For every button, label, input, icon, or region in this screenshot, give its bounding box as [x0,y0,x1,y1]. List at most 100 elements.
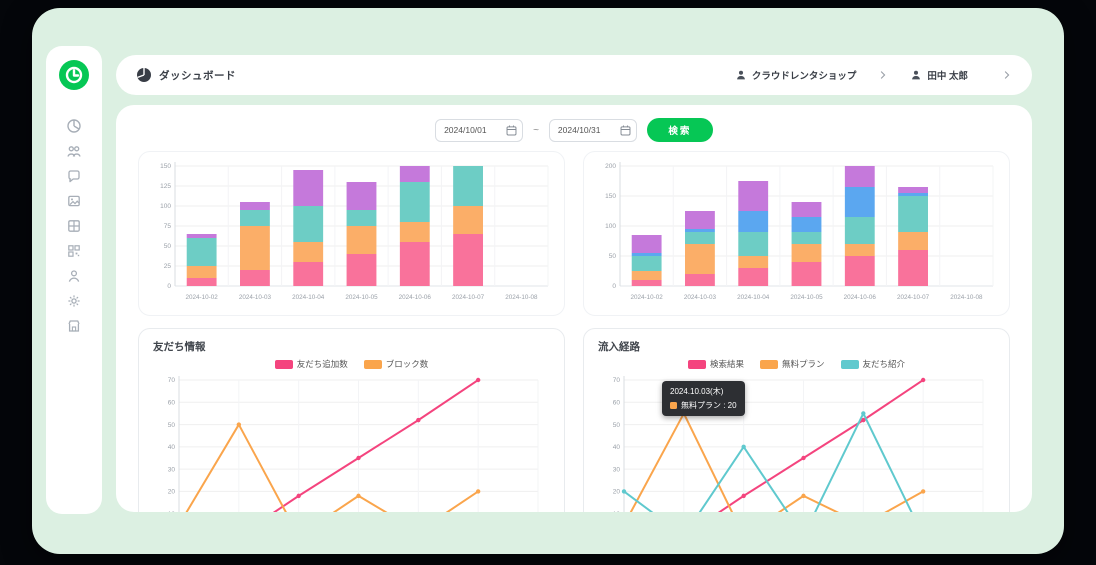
segment-teal [738,232,768,256]
svg-text:2024-10-07: 2024-10-07 [452,294,485,301]
legend-item[interactable]: 友だち追加数 [275,358,348,370]
svg-text:0: 0 [167,283,171,290]
svg-text:100: 100 [605,223,616,230]
segment-orange [347,226,377,254]
inflow-line-chart[interactable]: 0102030405060702024-10-022024-10-032024-… [596,372,997,512]
date-to-box [549,119,637,142]
segment-teal [347,210,377,226]
friends-line-chart[interactable]: 0102030405060702024-10-022024-10-032024-… [151,372,552,512]
card-title: 友だち情報 [153,339,552,354]
svg-text:2024-10-04: 2024-10-04 [737,294,770,301]
charts-grid: 02550751001251502024-10-022024-10-032024… [138,151,1010,512]
date-from-box [435,119,523,142]
tooltip-date: 2024.10.03(木) [670,386,737,397]
person-icon [910,69,922,81]
bar-chart-card-left: 02550751001251502024-10-022024-10-032024… [138,151,565,316]
legend-swatch [760,360,778,369]
legend-item[interactable]: 無料プラン [760,358,825,370]
legend-swatch [364,360,382,369]
account-switcher-shop[interactable]: クラウドレンタショップ [735,68,857,82]
svg-text:75: 75 [164,223,172,230]
segment-purple [347,182,377,210]
segment-teal [685,232,715,244]
segment-blue [792,217,822,232]
segment-teal [453,166,483,206]
data-point [921,489,925,493]
segment-blue [685,229,715,232]
svg-text:2024-10-05: 2024-10-05 [790,294,823,301]
users-icon[interactable] [66,143,82,159]
svg-text:2024-10-08: 2024-10-08 [505,294,538,301]
segment-orange [898,232,928,250]
svg-text:2024-10-05: 2024-10-05 [345,294,378,301]
legend-label: 友だち紹介 [863,358,906,370]
legend-item[interactable]: 検索結果 [688,358,744,370]
card-title: 流入経路 [598,339,997,354]
svg-text:60: 60 [613,399,621,406]
segment-teal [240,210,270,226]
stacked-bar-chart-left[interactable]: 02550751001251502024-10-022024-10-032024… [145,156,558,306]
legend-item[interactable]: ブロック数 [364,358,429,370]
date-range-separator: ~ [533,125,539,136]
data-point [801,456,805,460]
svg-text:30: 30 [168,466,176,473]
svg-text:2024-10-07: 2024-10-07 [897,294,930,301]
data-point [921,378,925,382]
segment-orange [738,256,768,268]
svg-text:150: 150 [605,193,616,200]
segment-teal [187,238,217,266]
chart-legend: 検索結果 無料プラン 友だち紹介 [596,357,997,371]
gear-icon[interactable] [66,293,82,309]
data-point [237,422,241,426]
stacked-bar-chart-right[interactable]: 0501001502002024-10-022024-10-032024-10-… [590,156,1003,306]
brand-logo[interactable] [59,60,89,90]
legend-item[interactable]: 友だち紹介 [841,358,906,370]
chat-icon[interactable] [66,168,82,184]
inflow-line-chart-card: 流入経路 検索結果 無料プラン 友だち紹介 0102030405060702024-… [583,328,1010,512]
data-point [741,494,745,498]
segment-blue [738,211,768,232]
svg-text:2024-10-06: 2024-10-06 [844,294,877,301]
date-to-input[interactable] [549,119,637,142]
data-point [622,489,626,493]
segment-blue [632,253,662,256]
segment-teal [898,196,928,232]
legend-label: 無料プラン [782,358,825,370]
chevron-right-icon[interactable] [1002,70,1012,80]
header-bar: ダッシュボード クラウドレンタショップ 田中 太郎 [116,55,1032,95]
header-right: クラウドレンタショップ 田中 太郎 [735,68,1012,82]
page-title: ダッシュボード [159,68,236,83]
store-icon[interactable] [66,318,82,334]
user-icon[interactable] [66,268,82,284]
svg-text:2024-10-02: 2024-10-02 [186,294,219,301]
segment-purple [738,181,768,211]
date-from-input[interactable] [435,119,523,142]
segment-orange [293,242,323,262]
account-switcher-user[interactable]: 田中 太郎 [910,68,968,82]
qr-code-icon[interactable] [66,243,82,259]
line-clock-logo [59,60,89,90]
svg-text:20: 20 [168,489,176,496]
segment-teal [632,256,662,271]
segment-pink [792,262,822,286]
pie-chart-icon[interactable] [66,118,82,134]
chevron-right-icon[interactable] [878,70,888,80]
tooltip-series-swatch [670,402,677,409]
account-user-label: 田中 太郎 [927,68,968,82]
svg-text:50: 50 [609,253,617,260]
image-icon[interactable] [66,193,82,209]
svg-text:60: 60 [168,399,176,406]
segment-orange [187,266,217,278]
segment-teal [845,217,875,244]
legend-label: 友だち追加数 [297,358,348,370]
date-filter-row: ~ 検索 [138,117,1010,143]
grid-icon[interactable] [66,218,82,234]
segment-orange [845,244,875,256]
segment-orange [792,244,822,262]
svg-text:25: 25 [164,263,172,270]
svg-text:2024-10-06: 2024-10-06 [399,294,432,301]
search-button[interactable]: 検索 [647,118,713,142]
segment-orange [400,222,430,242]
segment-pink [293,262,323,286]
segment-pink [738,268,768,286]
